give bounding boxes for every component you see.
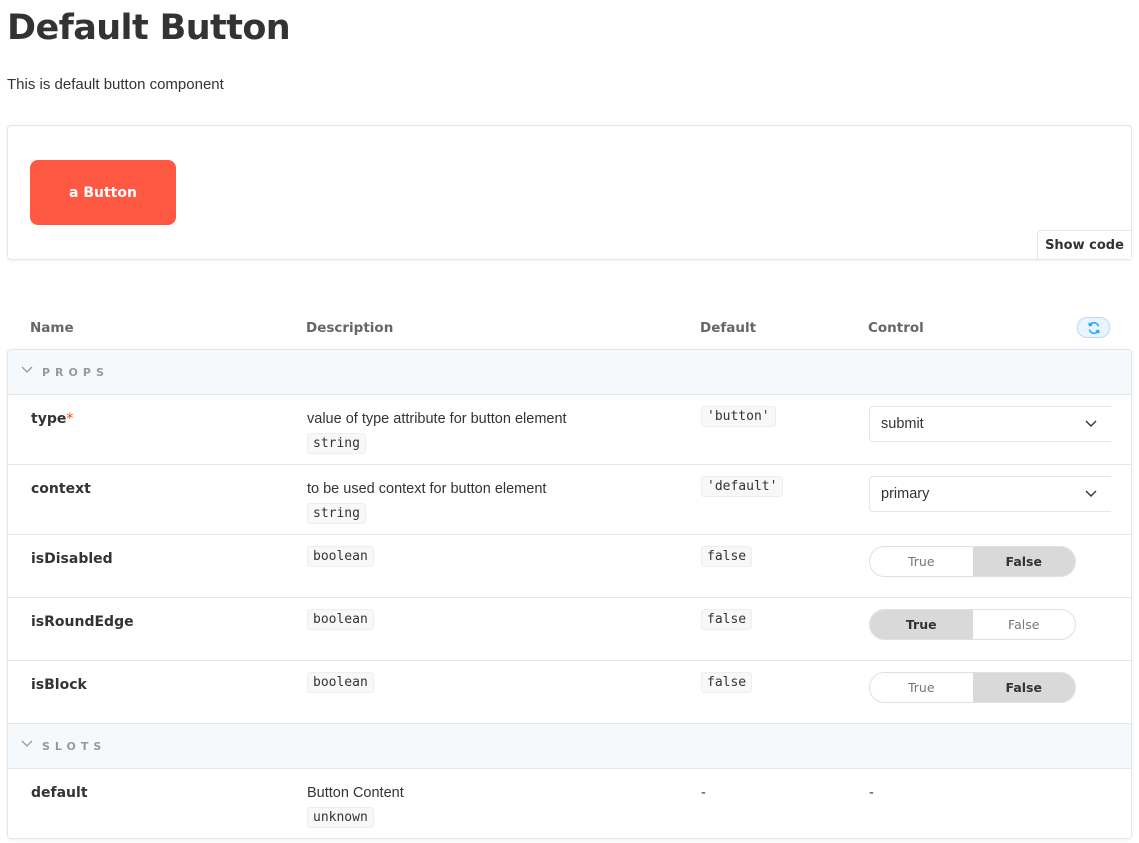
prop-type: boolean [307, 546, 374, 567]
toggle-false-option[interactable]: False [972, 673, 1075, 702]
prop-name: isBlock [31, 677, 87, 693]
table-row: default Button Content unknown - - [8, 769, 1131, 838]
prop-type: boolean [307, 609, 374, 630]
toggle-true-option[interactable]: True [870, 673, 973, 702]
header-control: Control [868, 320, 924, 336]
prop-name: isRoundEdge [31, 614, 134, 630]
section-label-props: PROPS [42, 365, 109, 379]
prop-type: string [307, 433, 366, 454]
demo-button[interactable]: a Button [30, 160, 176, 225]
prop-default: false [701, 672, 753, 693]
slot-type: unknown [307, 807, 374, 828]
prop-type: string [307, 503, 366, 524]
prop-type: boolean [307, 672, 374, 693]
table-row: isDisabled boolean false True False [8, 535, 1131, 598]
prop-name: isDisabled [31, 551, 113, 567]
prop-name: context [31, 481, 91, 497]
header-name: Name [30, 320, 74, 336]
isblock-toggle: True False [869, 672, 1076, 703]
toggle-false-option[interactable]: False [973, 610, 1076, 639]
prop-description: to be used context for button element st… [307, 481, 546, 524]
preview-canvas: a Button Show code [7, 125, 1132, 260]
prop-default: 'button' [701, 406, 776, 427]
chevron-down-icon [1085, 420, 1097, 427]
toggle-true-option[interactable]: True [870, 547, 973, 576]
toggle-false-option[interactable]: False [972, 547, 1075, 576]
show-code-button[interactable]: Show code [1037, 230, 1131, 259]
type-select[interactable]: submit [869, 406, 1111, 442]
table-row: type* value of type attribute for button… [8, 395, 1131, 465]
args-table-header: Name Description Default Control [7, 310, 1132, 348]
required-marker: * [66, 411, 74, 427]
slot-control: - [869, 785, 874, 801]
prop-default: false [701, 609, 753, 630]
chevron-down-icon [1085, 490, 1097, 497]
table-row: isRoundEdge boolean false True False [8, 598, 1131, 661]
prop-default: false [701, 546, 753, 567]
table-row: isBlock boolean false True False [8, 661, 1131, 724]
page-subtitle: This is default button component [7, 76, 224, 93]
isroundedge-toggle: True False [869, 609, 1076, 640]
chevron-down-icon [21, 366, 33, 373]
prop-name: type* [31, 411, 74, 427]
section-label-slots: SLOTS [42, 739, 107, 753]
prop-description: value of type attribute for button eleme… [307, 411, 567, 454]
args-table: PROPS type* value of type attribute for … [7, 349, 1132, 839]
header-default: Default [700, 320, 757, 336]
toggle-true-option[interactable]: True [870, 610, 973, 639]
table-row: context to be used context for button el… [8, 465, 1131, 535]
prop-default: 'default' [701, 476, 784, 497]
slot-description: Button Content unknown [307, 785, 404, 828]
isdisabled-toggle: True False [869, 546, 1076, 577]
section-props-toggle[interactable]: PROPS [8, 350, 1131, 395]
header-description: Description [306, 320, 394, 336]
context-select[interactable]: primary [869, 476, 1111, 512]
slot-default: - [701, 785, 706, 801]
reset-controls-button[interactable] [1077, 317, 1110, 338]
page-title: Default Button [7, 8, 291, 48]
chevron-down-icon [21, 740, 33, 747]
slot-name: default [31, 785, 88, 801]
section-slots-toggle[interactable]: SLOTS [8, 724, 1131, 769]
refresh-icon [1087, 321, 1100, 334]
